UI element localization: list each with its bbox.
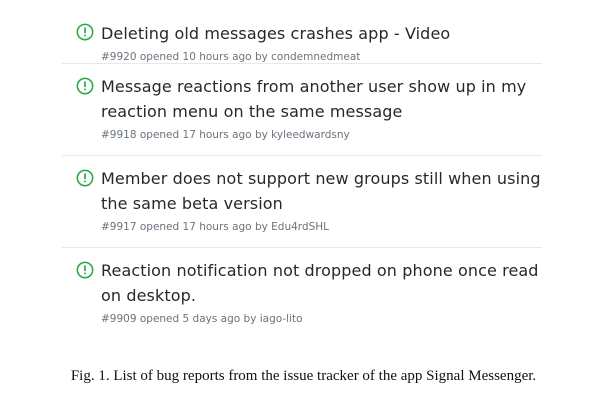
issue-meta: #9918 opened 17 hours ago by kyleedwards…: [101, 129, 350, 141]
issue-meta: #9920 opened 10 hours ago by condemnedme…: [101, 51, 361, 63]
figure-caption: Fig. 1. List of bug reports from the iss…: [70, 368, 537, 384]
issue-opened-icon: [76, 23, 94, 41]
issue-list: Deleting old messages crashes app - Vide…: [62, 10, 542, 340]
issue-opened-icon: [76, 169, 94, 187]
issue-row[interactable]: Deleting old messages crashes app - Vide…: [62, 10, 542, 64]
issue-row[interactable]: Reaction notification not dropped on pho…: [62, 248, 542, 340]
issue-meta: #9917 opened 17 hours ago by Edu4rdSHL: [101, 221, 330, 233]
issue-opened-icon: [76, 77, 94, 95]
issue-row[interactable]: Member does not support new groups still…: [62, 156, 542, 248]
issue-row[interactable]: Message reactions from another user show…: [62, 64, 542, 156]
issue-title-link[interactable]: Message reactions from another user show…: [101, 74, 542, 124]
issue-meta: #9909 opened 5 days ago by iago-lito: [101, 313, 303, 325]
issue-title-link[interactable]: Member does not support new groups still…: [101, 166, 542, 216]
issue-title-link[interactable]: Reaction notification not dropped on pho…: [101, 258, 542, 308]
issue-opened-icon: [76, 261, 94, 279]
issue-title-link[interactable]: Deleting old messages crashes app - Vide…: [101, 21, 542, 46]
